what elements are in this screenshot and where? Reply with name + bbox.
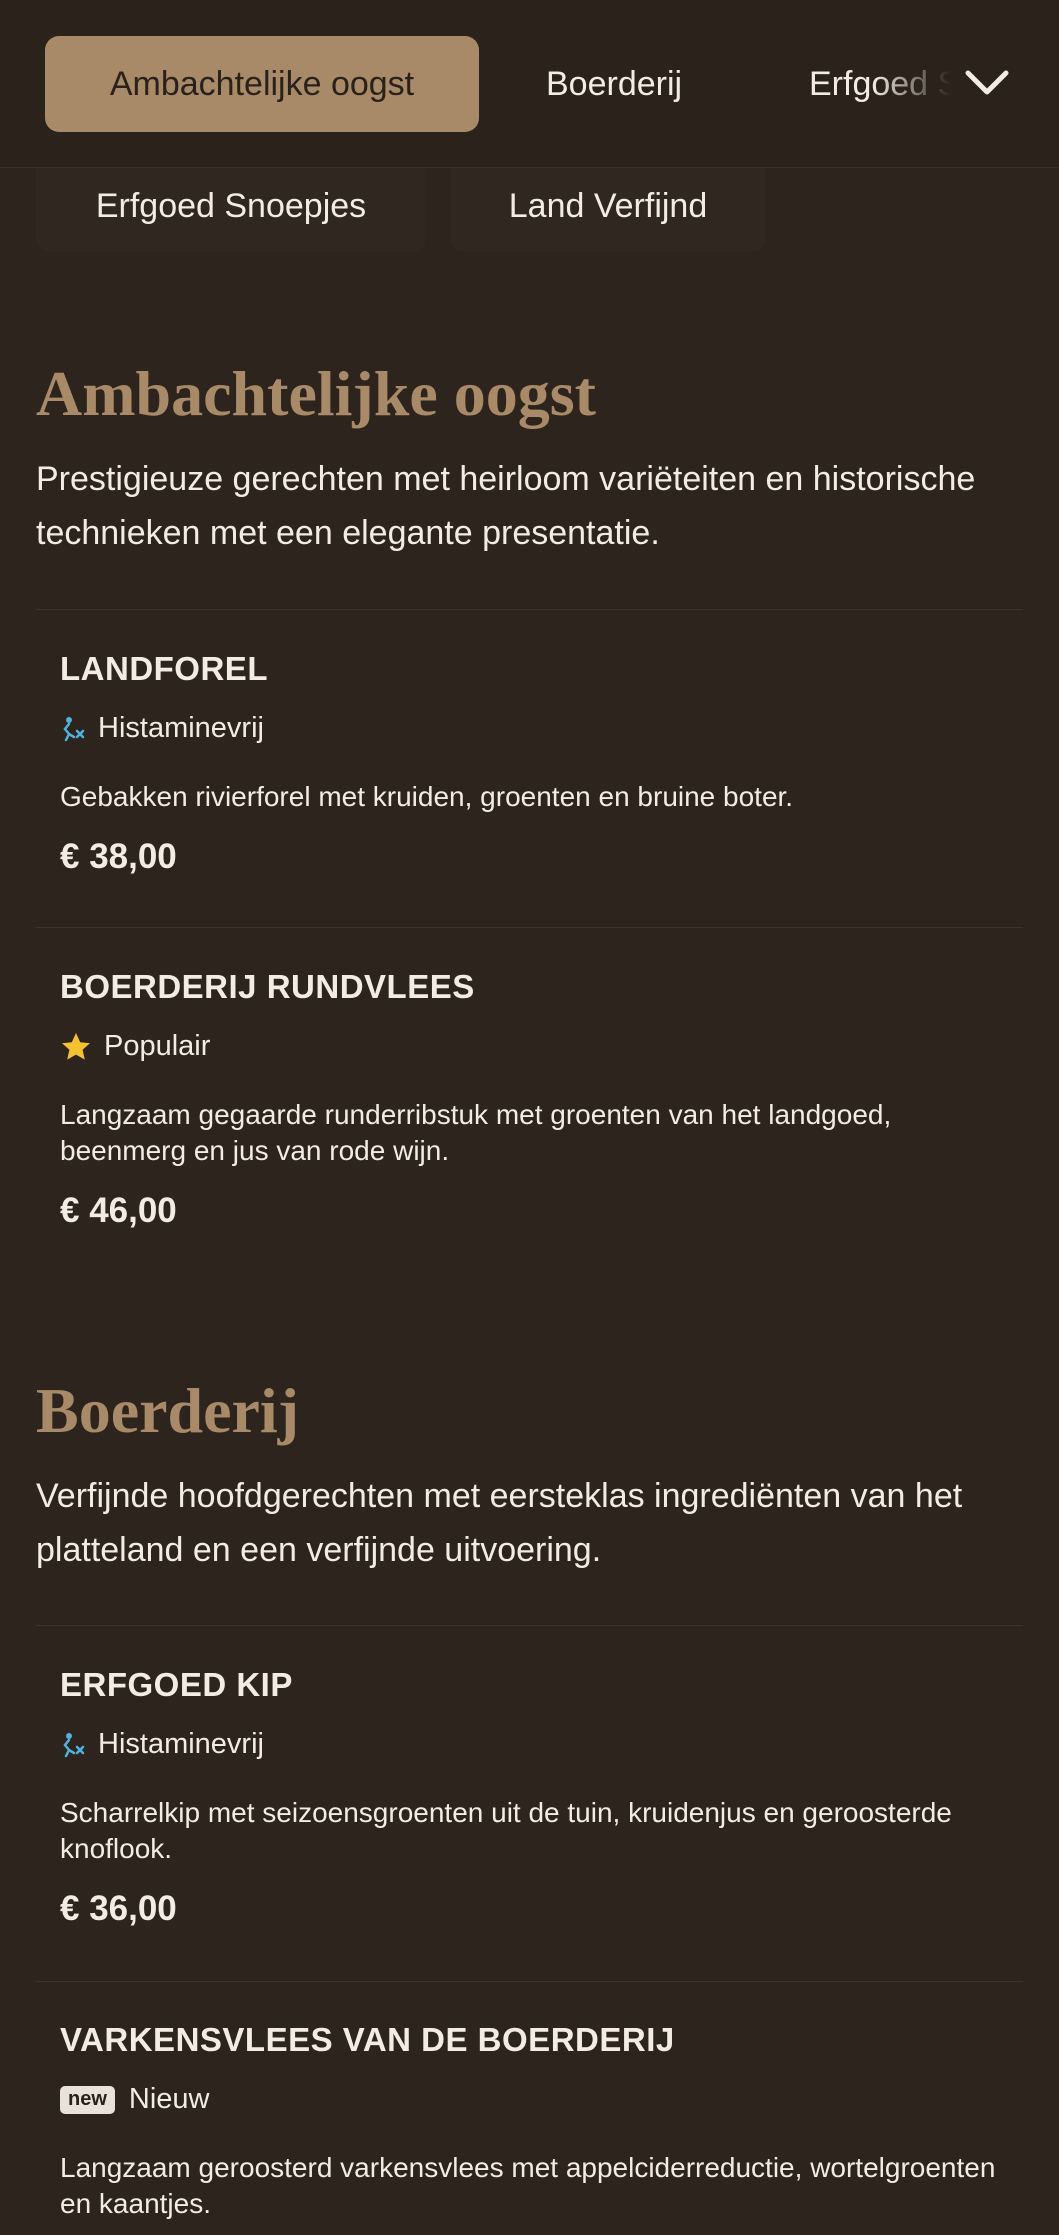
divider bbox=[36, 609, 1023, 610]
section-title: Boerderij bbox=[36, 1375, 299, 1446]
menu-item[interactable]: ERFGOED KIP Histaminevrij Scharrelkip me… bbox=[60, 1666, 1020, 1929]
category-pill-erfgoed-snoepjes[interactable]: Erfgoed Snoepjes bbox=[36, 160, 426, 252]
divider bbox=[36, 927, 1023, 928]
badge-label: Histaminevrij bbox=[98, 712, 264, 744]
divider bbox=[36, 1981, 1023, 1982]
section-description: Prestigieuze gerechten met heirloom vari… bbox=[36, 460, 976, 552]
badge-label: Populair bbox=[104, 1030, 211, 1062]
section-title: Ambachtelijke oogst bbox=[36, 358, 596, 429]
menu-item[interactable]: LANDFOREL Histaminevrij Gebakken rivierf… bbox=[60, 650, 1020, 877]
item-badge: new Nieuw bbox=[60, 2083, 1020, 2116]
star-icon bbox=[62, 1032, 90, 1060]
section-description: Verfijnde hoofdgerechten met eersteklas … bbox=[36, 1477, 963, 1569]
new-badge-icon: new bbox=[60, 2085, 115, 2114]
chevron-down-icon[interactable] bbox=[962, 58, 1012, 108]
item-badge: Histaminevrij bbox=[60, 712, 1020, 745]
item-price: € 36,00 bbox=[60, 1889, 177, 1928]
divider bbox=[36, 1625, 1023, 1626]
item-badge: Populair bbox=[60, 1030, 1020, 1063]
item-badge: Histaminevrij bbox=[60, 1728, 1020, 1761]
item-name: VARKENSVLEES VAN DE BOERDERIJ bbox=[60, 2021, 675, 2058]
item-name: LANDFOREL bbox=[60, 650, 268, 687]
item-price: € 46,00 bbox=[60, 1191, 177, 1230]
item-description: Scharrelkip met seizoensgroenten uit de … bbox=[60, 1797, 952, 1864]
item-description: Langzaam gegaarde runderribstuk met groe… bbox=[60, 1099, 892, 1166]
histamine-free-icon bbox=[63, 1732, 85, 1757]
item-description: Gebakken rivierforel met kruiden, groent… bbox=[60, 781, 794, 812]
badge-label: Histaminevrij bbox=[98, 1728, 264, 1760]
item-description: Langzaam geroosterd varkensvlees met app… bbox=[60, 2152, 996, 2219]
badge-label: Nieuw bbox=[128, 2083, 210, 2115]
menu-item[interactable]: BOERDERIJ RUNDVLEES Populair Langzaam ge… bbox=[60, 968, 1020, 1231]
category-pill-land-verfijnd[interactable]: Land Verfijnd bbox=[450, 160, 766, 252]
menu-item[interactable]: VARKENSVLEES VAN DE BOERDERIJ new Nieuw … bbox=[60, 2021, 1020, 2222]
item-name: ERFGOED KIP bbox=[60, 1666, 293, 1703]
histamine-free-icon bbox=[63, 716, 85, 741]
tab-boerderij[interactable]: Boerderij bbox=[546, 36, 682, 132]
item-name: BOERDERIJ RUNDVLEES bbox=[60, 968, 475, 1005]
category-tab-bar: Ambachtelijke oogst Boerderij Erfgoed Sn… bbox=[0, 0, 1059, 168]
tab-erfgoed-snoepjes[interactable]: Erfgoed Snoepjes bbox=[809, 36, 951, 132]
tab-ambachtelijke-oogst[interactable]: Ambachtelijke oogst bbox=[45, 36, 479, 132]
item-price: € 38,00 bbox=[60, 837, 177, 876]
